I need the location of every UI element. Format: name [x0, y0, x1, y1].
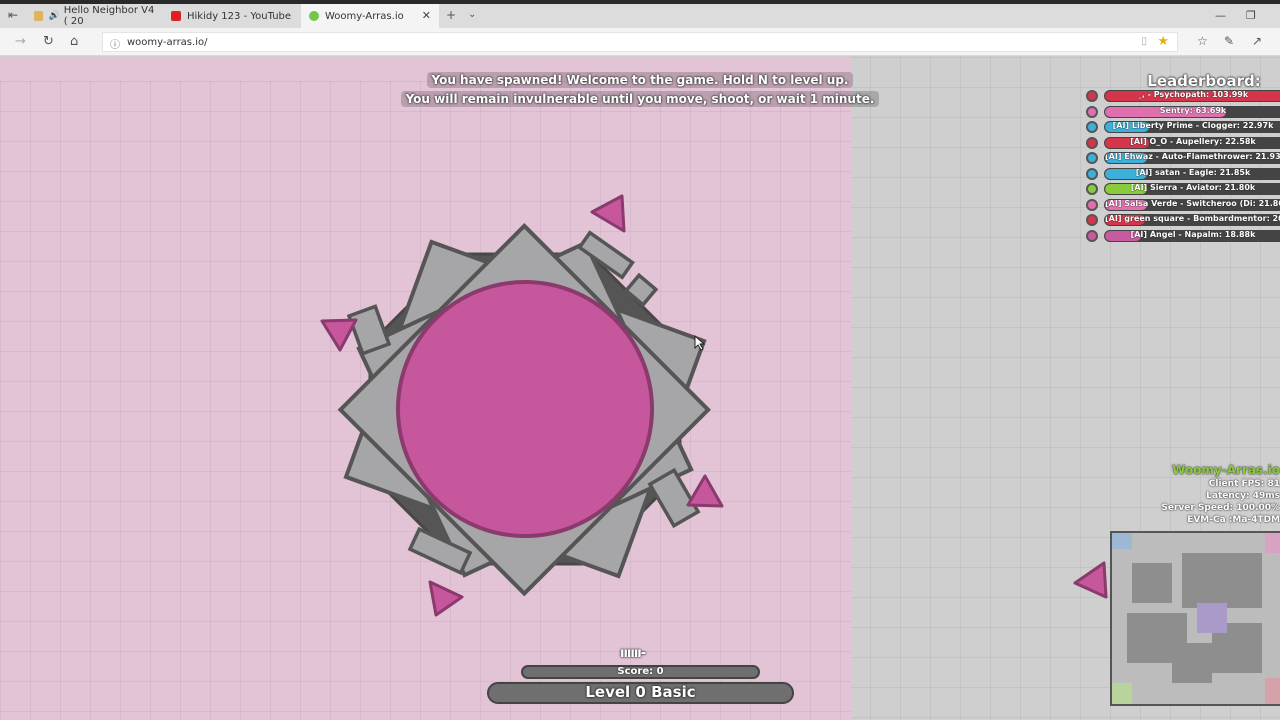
minimap-blue-base: [1112, 533, 1132, 549]
leaderboard-row: ¸‚ - Psychopath: 103.99k: [1086, 90, 1280, 103]
minimap-player-zone: [1197, 603, 1227, 633]
leaderboard-row: [AI] Liberty Prime - Clogger: 22.97k: [1086, 121, 1280, 134]
minimap-red-base: [1265, 678, 1280, 704]
tank-icon: [1086, 183, 1098, 195]
tank-icon: [1086, 198, 1098, 211]
tank-icon: [1086, 152, 1098, 164]
leaderboard-entry-label: [AI] satan - Eagle: 21.85k: [1135, 167, 1251, 177]
leaderboard-title: Leaderboard:: [1147, 72, 1261, 90]
leaderboard-row: Sentry: 63.69k: [1086, 105, 1280, 119]
minimap-wall: [1182, 553, 1262, 608]
leaderboard-row: [AI] Sierra - Aviator: 21.80k: [1086, 183, 1280, 196]
leaderboard-entry-label: [AI] green square - Bombardmentor: 20.42: [1105, 214, 1280, 223]
leaderboard-bar: [AI] Angel - Napalm: 18.88k: [1104, 229, 1280, 242]
leaderboard-entry-label: Sentry: 63.69k: [1159, 105, 1227, 115]
minimap-wall: [1132, 563, 1172, 603]
tank-icon: [1086, 214, 1098, 226]
leaderboard-entry-label: ¸‚ - Psychopath: 103.99k: [1137, 90, 1249, 99]
game-title: Woomy-Arras.io: [1172, 463, 1280, 477]
leaderboard-bar: [AI] Liberty Prime - Clogger: 22.97k: [1104, 121, 1280, 133]
leaderboard-entry-label: [AI] Angel - Napalm: 18.88k: [1130, 229, 1256, 239]
leaderboard-row: [AI] Ehwaz - Auto-Flamethrower: 21.93k: [1086, 152, 1280, 165]
player-tank: [396, 280, 654, 538]
leaderboard-row: [AI] satan - Eagle: 21.85k: [1086, 167, 1280, 181]
spawn-message-text: You have spawned! Welcome to the game. H…: [426, 72, 854, 88]
spawn-message: You have spawned! Welcome to the game. H…: [0, 72, 1280, 88]
invulnerable-message-text: You will remain invulnerable until you m…: [400, 91, 880, 107]
tank-icon: [1086, 90, 1098, 102]
leaderboard-bar: [AI] O_O - Aupellery: 22.58k: [1104, 136, 1280, 149]
triangle-top: [590, 194, 626, 233]
screen: ⇤ 🔊 Hello Neighbor V4 ( 20 Hikidy 123 - …: [0, 0, 1280, 720]
leaderboard-bar: ¸‚ - Psychopath: 103.99k: [1104, 90, 1280, 102]
minimap-pink-base: [1265, 533, 1280, 553]
server-readout: EVM-Ca :Ma-4TDM: [1187, 515, 1280, 525]
leaderboard-row: [AI] green square - Bombardmentor: 20.42: [1086, 214, 1280, 227]
mouse-cursor-icon: [694, 335, 706, 351]
tank-icon: [1086, 167, 1098, 180]
fps-readout: Client FPS: 81: [1208, 479, 1280, 489]
tank-icon: [1086, 136, 1098, 149]
leaderboard-bar: [AI] satan - Eagle: 21.85k: [1104, 167, 1280, 180]
leaderboard-row: [AI] Salsa Verde - Switcheroo (Di: 21.80…: [1086, 198, 1280, 212]
leaderboard-bar: [AI] Ehwaz - Auto-Flamethrower: 21.93k: [1104, 152, 1280, 164]
tank-icon: [1086, 229, 1098, 242]
leaderboard-bar: [AI] Sierra - Aviator: 21.80k: [1104, 183, 1280, 195]
leaderboard-entry-label: [AI] Sierra - Aviator: 21.80k: [1130, 183, 1256, 192]
latency-readout: Latency: 49ms: [1206, 491, 1280, 501]
leaderboard-row: [AI] Angel - Napalm: 18.88k: [1086, 229, 1280, 243]
player-name: ıııııı-: [620, 646, 646, 661]
leaderboard-bar: [AI] Salsa Verde - Switcheroo (Di: 21.80…: [1104, 198, 1280, 211]
leaderboard-row: [AI] O_O - Aupellery: 22.58k: [1086, 136, 1280, 150]
triangle-minimap: [1073, 561, 1108, 599]
leaderboard-entry-label: [AI] Liberty Prime - Clogger: 22.97k: [1112, 121, 1274, 130]
triangle-right: [686, 474, 724, 508]
minimap-wall: [1172, 643, 1212, 683]
tank-icon: [1086, 121, 1098, 133]
score-bar: Score: 0: [521, 665, 760, 679]
leaderboard-bar: Sentry: 63.69k: [1104, 105, 1280, 118]
leaderboard-bar: [AI] green square - Bombardmentor: 20.42: [1104, 214, 1280, 226]
leaderboard-entry-label: [AI] O_O - Aupellery: 22.58k: [1130, 136, 1256, 146]
tank-icon: [1086, 105, 1098, 118]
leaderboard-entry-label: [AI] Salsa Verde - Switcheroo (Di: 21.80…: [1105, 198, 1280, 208]
level-bar: Level 0 Basic: [487, 682, 794, 704]
triangle-left: [320, 318, 358, 352]
triangle-bottom: [428, 580, 464, 617]
minimap-green-base: [1112, 683, 1132, 704]
leaderboard-entry-label: [AI] Ehwaz - Auto-Flamethrower: 21.93k: [1105, 152, 1280, 161]
server-speed-readout: Server Speed: 100.00%: [1161, 503, 1280, 513]
minimap: [1110, 531, 1280, 706]
